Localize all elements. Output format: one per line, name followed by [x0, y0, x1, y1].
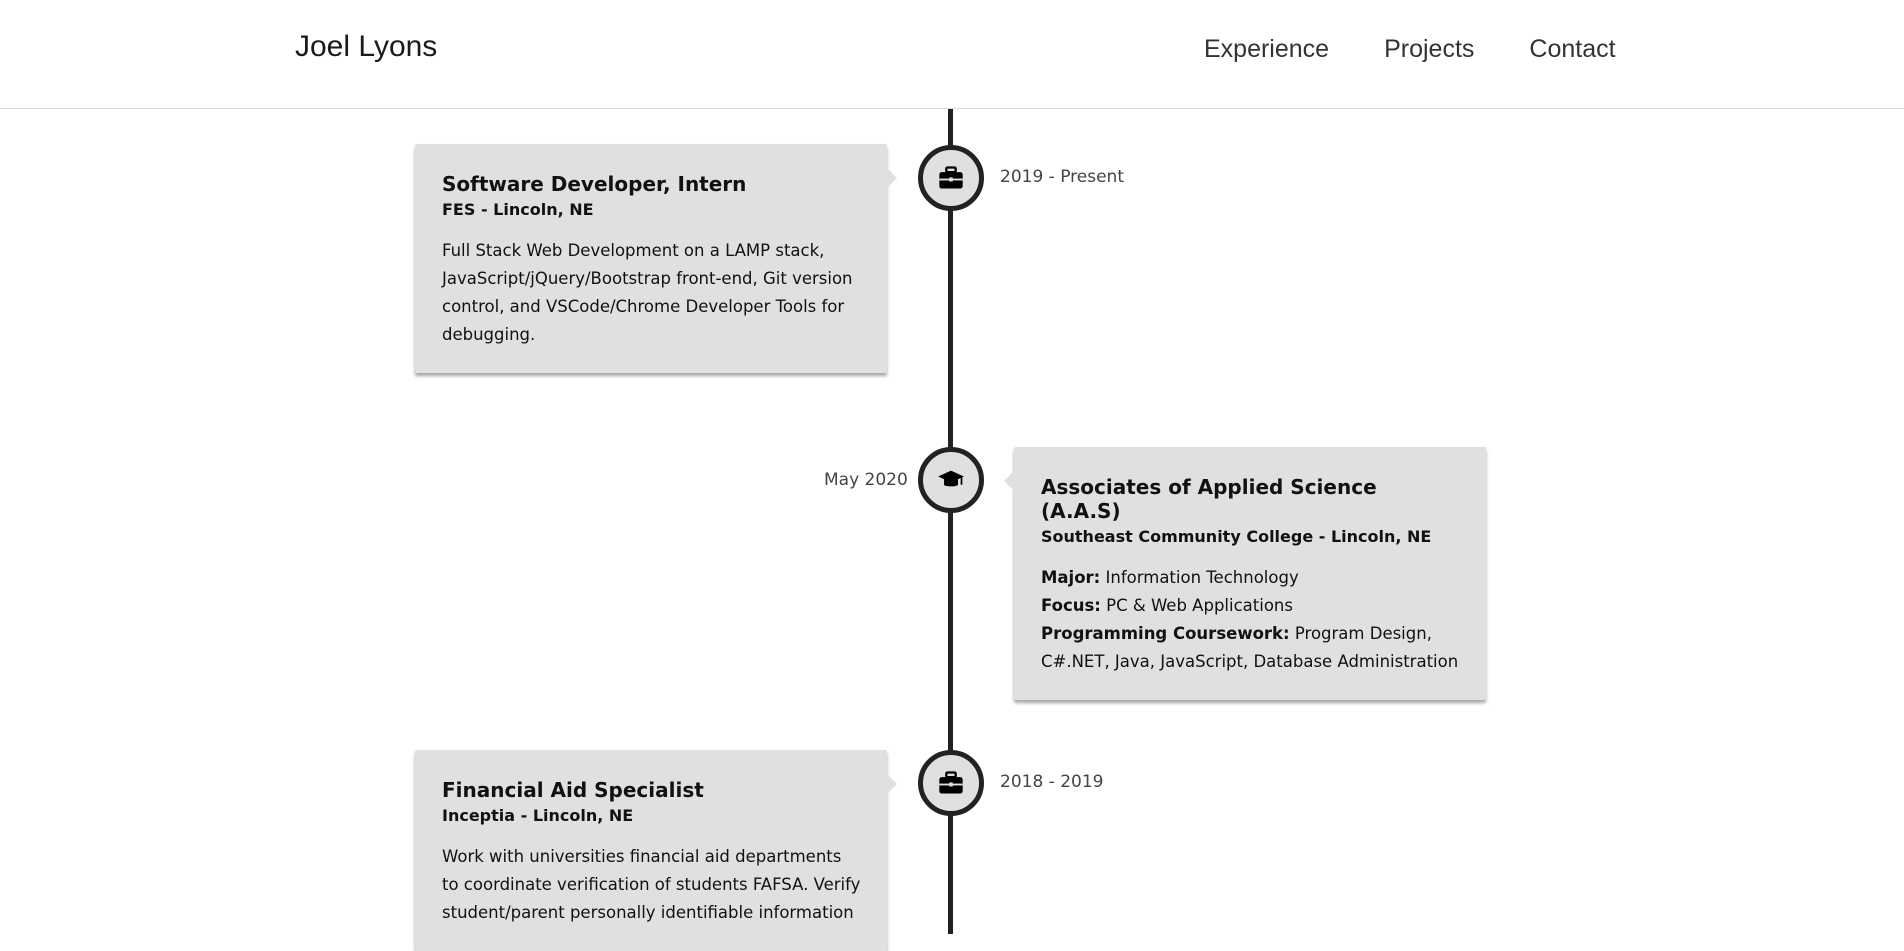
timeline-marker-education	[918, 447, 984, 513]
card-description: Full Stack Web Development on a LAMP sta…	[442, 241, 853, 344]
timeline-date: May 2020	[824, 470, 908, 490]
card-subtitle: FES - Lincoln, NE	[442, 200, 594, 219]
card-details: Major: Information Technology Focus: PC …	[1041, 564, 1460, 676]
detail-value: Information Technology	[1100, 568, 1299, 587]
card-title: Software Developer, Intern	[442, 172, 747, 196]
timeline-date: 2019 - Present	[1000, 167, 1124, 187]
briefcase-icon	[939, 166, 963, 189]
detail-value: PC & Web Applications	[1100, 596, 1293, 615]
top-navbar: Joel Lyons Experience Projects Contact	[0, 0, 1904, 109]
nav-link-projects[interactable]: Projects	[1384, 35, 1474, 64]
detail-label: Focus:	[1041, 596, 1101, 615]
detail-label: Major:	[1041, 568, 1101, 587]
graduation-cap-icon	[938, 470, 964, 487]
detail-row-major: Major: Information Technology	[1041, 564, 1460, 592]
timeline-card: Financial Aid Specialist Inceptia - Linc…	[415, 750, 897, 951]
timeline-date: 2018 - 2019	[1000, 772, 1104, 792]
detail-row-coursework: Programming Coursework: Program Design, …	[1041, 620, 1460, 676]
timeline-card: Associates of Applied Science (A.A.S) So…	[1004, 447, 1486, 700]
brand-name[interactable]: Joel Lyons	[295, 30, 437, 64]
card-description: Work with universities financial aid dep…	[442, 847, 861, 922]
timeline-marker-work	[918, 750, 984, 816]
nav-links: Experience Projects Contact	[1204, 35, 1616, 64]
card-title: Financial Aid Specialist	[442, 778, 704, 802]
timeline-card: Software Developer, Intern FES - Lincoln…	[415, 144, 897, 373]
card-title: Associates of Applied Science (A.A.S)	[1041, 475, 1377, 523]
timeline-marker-work	[918, 145, 984, 211]
briefcase-icon	[939, 771, 963, 794]
nav-link-experience[interactable]: Experience	[1204, 35, 1329, 64]
detail-label: Programming Coursework:	[1041, 624, 1290, 643]
card-subtitle: Inceptia - Lincoln, NE	[442, 806, 634, 825]
nav-link-contact[interactable]: Contact	[1529, 35, 1615, 64]
card-subtitle: Southeast Community College - Lincoln, N…	[1041, 527, 1432, 546]
detail-row-focus: Focus: PC & Web Applications	[1041, 592, 1460, 620]
